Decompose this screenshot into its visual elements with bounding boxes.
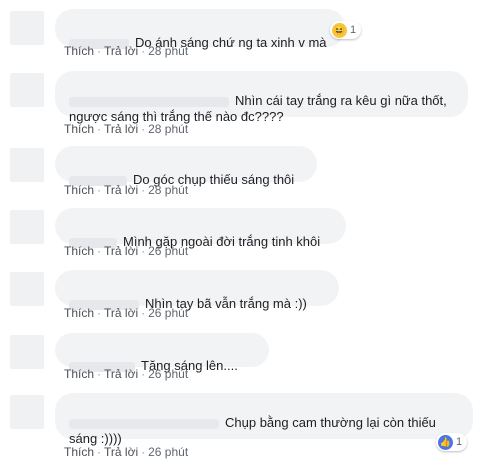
comment-bubble: Nhìn cái tay trắng ra kêu gì nữa thốt, n… (55, 71, 468, 124)
avatar[interactable] (10, 395, 44, 429)
like-link[interactable]: Thích (64, 306, 94, 320)
reply-link[interactable]: Trả lời (104, 445, 138, 459)
timestamp[interactable]: 26 phút (148, 306, 188, 320)
comment-actions: Thích · Trả lời · 26 phút (64, 367, 188, 381)
like-link[interactable]: Thích (64, 367, 94, 381)
reaction-badge[interactable]: 👍 1 (436, 433, 468, 451)
separator-dot: · (141, 44, 146, 58)
separator-dot: · (97, 445, 102, 459)
separator-dot: · (141, 244, 146, 258)
separator-dot: · (97, 306, 102, 320)
separator-dot: · (141, 183, 146, 197)
separator-dot: · (97, 44, 102, 58)
comment-bubble: Do ánh sáng chứ ng ta xinh v mà (55, 9, 345, 50)
comment-bubble: Mình gặp ngoài đời trắng tinh khôi (55, 208, 346, 249)
like-link[interactable]: Thích (64, 44, 94, 58)
avatar[interactable] (10, 73, 44, 107)
separator-dot: · (97, 367, 102, 381)
comment-actions: Thích · Trả lời · 28 phút (64, 44, 188, 58)
reaction-count: 1 (350, 24, 357, 36)
avatar[interactable] (10, 11, 44, 45)
thumbs-up-icon: 👍 (438, 434, 453, 450)
avatar[interactable] (10, 335, 44, 369)
reply-link[interactable]: Trả lời (104, 183, 138, 197)
reaction-count: 1 (456, 436, 463, 448)
haha-icon: 😆 (332, 22, 347, 38)
reply-link[interactable]: Trả lời (104, 367, 138, 381)
like-link[interactable]: Thích (64, 445, 94, 459)
timestamp[interactable]: 26 phút (148, 244, 188, 258)
timestamp[interactable]: 26 phút (148, 445, 188, 459)
avatar[interactable] (10, 148, 44, 182)
reply-link[interactable]: Trả lời (104, 306, 138, 320)
timestamp[interactable]: 28 phút (148, 183, 188, 197)
comment-bubble: Nhìn tay bã vẫn trắng mà :)) (55, 270, 339, 311)
comment-bubble: Do góc chụp thiếu sáng thôi (55, 146, 317, 187)
separator-dot: · (141, 445, 146, 459)
author-name[interactable] (69, 418, 219, 429)
author-name[interactable] (69, 96, 229, 107)
separator-dot: · (97, 122, 102, 136)
timestamp[interactable]: 28 phút (148, 44, 188, 58)
reply-link[interactable]: Trả lời (104, 44, 138, 58)
comment-actions: Thích · Trả lời · 26 phút (64, 445, 188, 459)
like-link[interactable]: Thích (64, 183, 94, 197)
separator-dot: · (97, 183, 102, 197)
separator-dot: · (97, 244, 102, 258)
comment-actions: Thích · Trả lời · 26 phút (64, 244, 188, 258)
separator-dot: · (141, 306, 146, 320)
avatar[interactable] (10, 210, 44, 244)
avatar[interactable] (10, 272, 44, 306)
separator-dot: · (141, 367, 146, 381)
comment-actions: Thích · Trả lời · 28 phút (64, 183, 188, 197)
timestamp[interactable]: 28 phút (148, 122, 188, 136)
comment-bubble: Tăng sáng lên.... (55, 333, 269, 373)
comment-actions: Thích · Trả lời · 26 phút (64, 306, 188, 320)
comment-actions: Thích · Trả lời · 28 phút (64, 122, 188, 136)
reply-link[interactable]: Trả lời (104, 244, 138, 258)
timestamp[interactable]: 26 phút (148, 367, 188, 381)
like-link[interactable]: Thích (64, 122, 94, 136)
reply-link[interactable]: Trả lời (104, 122, 138, 136)
reaction-badge[interactable]: 😆 1 (330, 21, 362, 39)
separator-dot: · (141, 122, 146, 136)
comment-bubble: Chụp bằng cam thường lại còn thiếu sáng … (55, 393, 473, 446)
like-link[interactable]: Thích (64, 244, 94, 258)
